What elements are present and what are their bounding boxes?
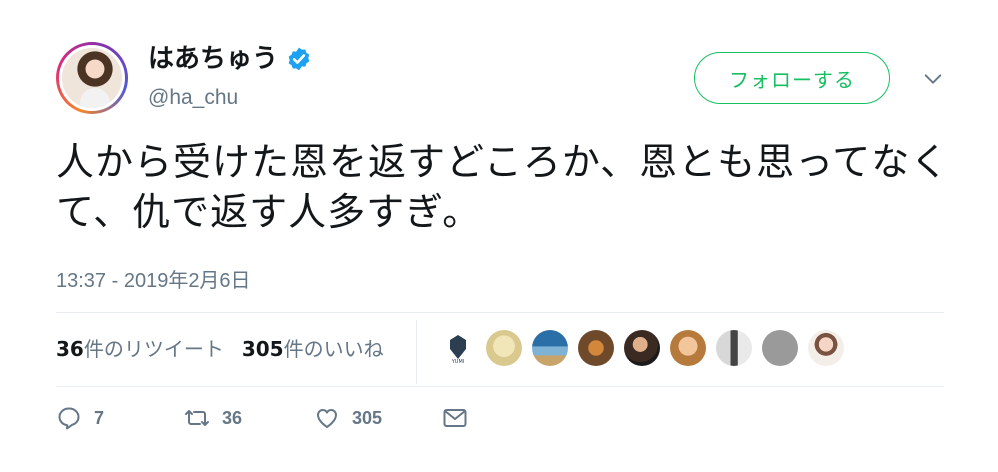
like-count: 305 <box>352 407 383 428</box>
engagement-stats: 36件のリツイート 305件のいいね <box>56 333 384 362</box>
heart-icon <box>317 409 337 428</box>
liker-avatar[interactable] <box>670 330 706 366</box>
user-handle[interactable]: @ha_chu <box>148 86 238 110</box>
message-icon <box>443 409 467 427</box>
divider <box>56 386 944 387</box>
likes-stat[interactable]: 305件のいいね <box>242 333 384 362</box>
retweet-count: 36 <box>222 407 243 428</box>
liker-avatar[interactable] <box>578 330 614 366</box>
svg-text:YUMI: YUMI <box>451 359 465 365</box>
avatar-image <box>59 45 125 111</box>
retweets-label: 件のリツイート <box>83 337 224 361</box>
timestamp[interactable]: 13:37 - 2019年2月6日 <box>56 264 251 293</box>
retweets-count: 36 <box>56 337 84 361</box>
likes-label: 件のいいね <box>283 337 384 361</box>
avatar[interactable] <box>56 42 128 114</box>
liker-avatar[interactable] <box>624 330 660 366</box>
liker-avatar[interactable] <box>808 330 844 366</box>
tweet-text: 人から受けた恩を返すどころか、恩とも思ってなくて、仇で返す人多すぎ。 <box>56 140 950 234</box>
direct-message-button[interactable] <box>442 405 468 431</box>
liker-avatar[interactable] <box>716 330 752 366</box>
like-button[interactable]: 305 <box>314 405 382 431</box>
liker-avatars: YUMI <box>440 330 844 366</box>
liker-avatar[interactable] <box>762 330 798 366</box>
verified-icon <box>286 46 312 72</box>
follow-button[interactable]: フォローする <box>694 52 890 104</box>
liker-avatar[interactable] <box>486 330 522 366</box>
liker-avatar[interactable]: YUMI <box>440 330 476 366</box>
retweet-button[interactable]: 36 <box>184 405 242 431</box>
likes-count: 305 <box>241 337 284 361</box>
reply-count: 7 <box>94 407 105 428</box>
chevron-down-icon <box>924 74 942 84</box>
more-options-button[interactable] <box>918 66 948 92</box>
stats-separator <box>416 320 417 384</box>
display-name-row[interactable]: はあちゅう <box>148 42 312 76</box>
divider <box>56 312 944 313</box>
tweet-card: はあちゅう @ha_chu フォローする 人から受けた恩を返すどころか、恩とも思… <box>0 0 998 472</box>
retweets-stat[interactable]: 36件のリツイート <box>56 333 224 362</box>
reply-button[interactable]: 7 <box>56 405 104 431</box>
liker-avatar[interactable] <box>532 330 568 366</box>
reply-icon <box>58 407 80 430</box>
display-name[interactable]: はあちゅう <box>148 42 278 76</box>
retweet-icon <box>185 410 209 426</box>
